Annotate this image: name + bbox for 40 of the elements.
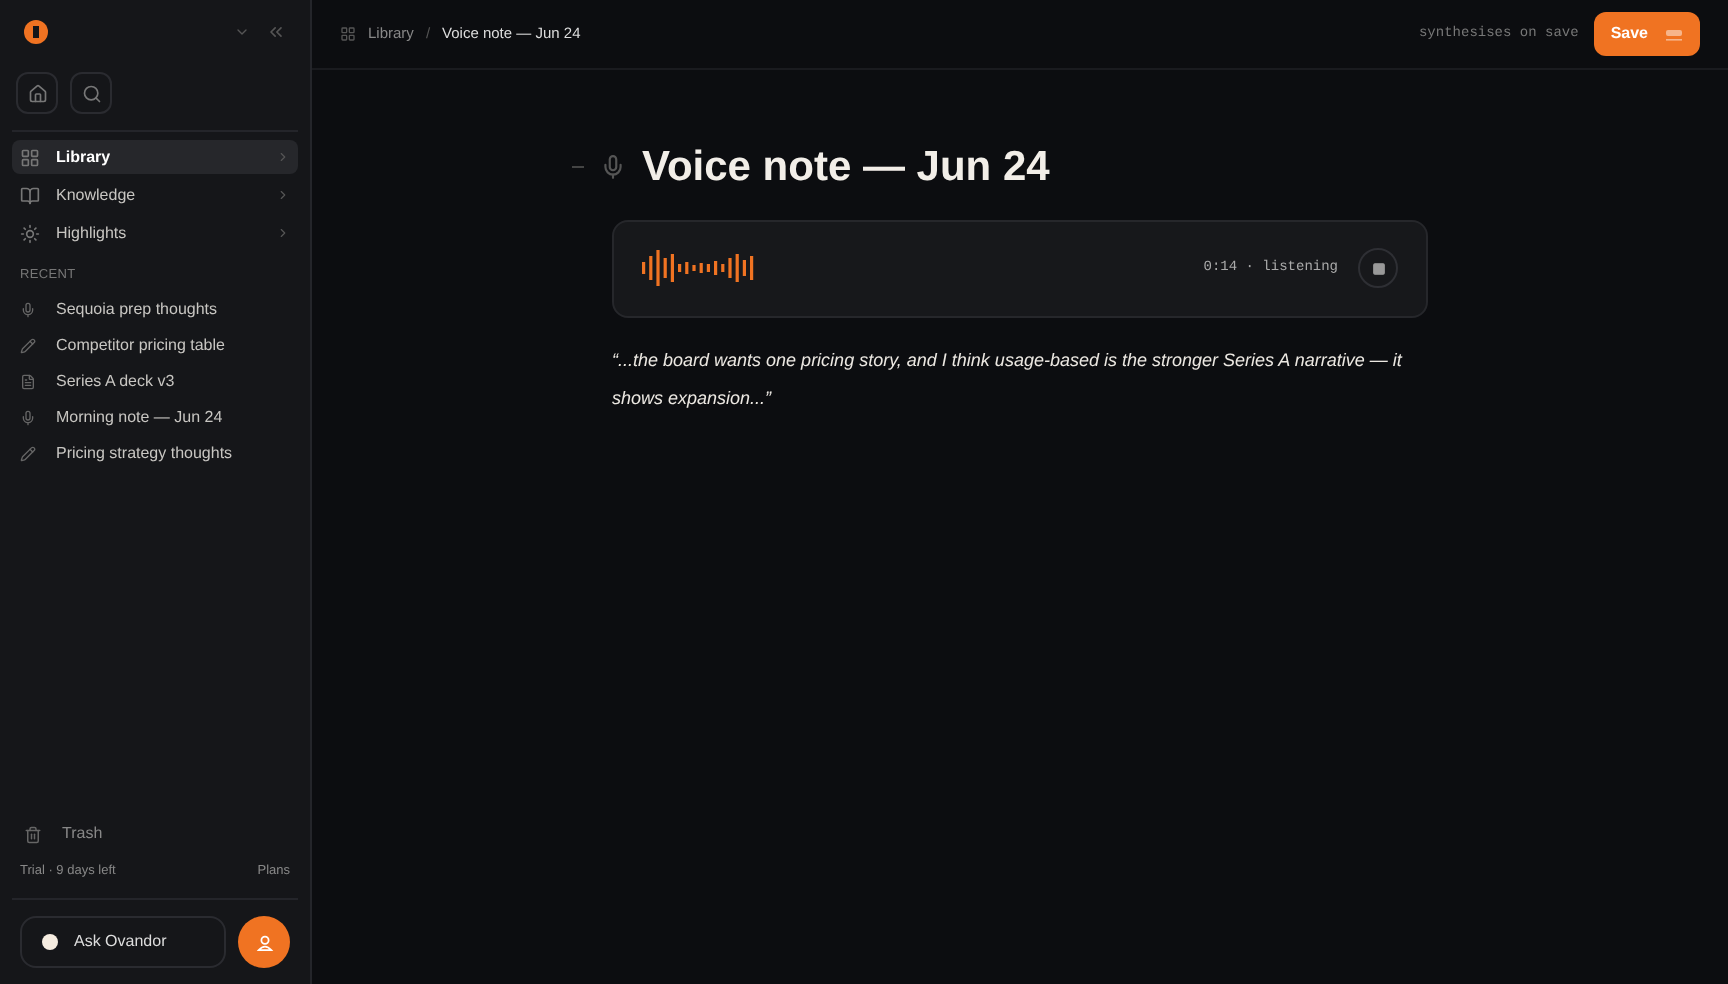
pencil-icon — [20, 445, 36, 462]
person-icon — [255, 933, 273, 951]
home-button[interactable] — [16, 72, 58, 114]
trash-link[interactable]: Trash — [62, 822, 103, 847]
nav-item[interactable]: Library — [12, 140, 298, 174]
search-icon — [81, 83, 101, 103]
waveform-drawing — [642, 248, 758, 288]
recent-item[interactable]: Sequoia prep thoughts — [56, 297, 218, 322]
microphone-icon — [20, 409, 36, 426]
chevron-right-icon — [276, 150, 290, 164]
chevron-right-icon — [276, 226, 290, 240]
recent-item[interactable]: Pricing strategy thoughts — [56, 441, 233, 466]
drag-handle[interactable] — [572, 166, 584, 169]
sun-icon — [20, 223, 40, 243]
stop-button[interactable] — [1358, 248, 1398, 288]
pencil-icon — [20, 337, 36, 354]
grid-icon — [340, 26, 356, 42]
logo-icon — [24, 20, 48, 44]
profile-button[interactable] — [238, 916, 290, 968]
grid-icon — [20, 147, 40, 167]
search-button[interactable] — [70, 72, 112, 114]
home-icon — [27, 83, 47, 103]
microphone-icon — [20, 301, 36, 318]
chevron-right-icon — [276, 188, 290, 202]
recent-item[interactable]: Morning note — Jun 24 — [56, 405, 223, 430]
stop-icon — [1371, 261, 1385, 275]
transcript-text: “...the board wants one pricing story, and I think usage-based is the stronger Series A narrative — it shows expansion...” — [612, 347, 1405, 412]
chevron-down-icon[interactable] — [234, 24, 250, 40]
document-icon — [20, 373, 36, 390]
recent-item[interactable]: Series A deck v3 — [56, 369, 175, 394]
nav-item[interactable]: Knowledge — [12, 178, 298, 212]
note-title: Voice note — Jun 24 — [642, 142, 1050, 194]
microphone-icon — [600, 154, 626, 181]
collapse-icon[interactable] — [266, 22, 286, 42]
trash-icon — [24, 825, 42, 844]
ask-button[interactable]: Ask Ovandor — [20, 916, 226, 968]
shortcut-icon — [1664, 27, 1684, 41]
book-icon — [20, 185, 40, 205]
recent-item[interactable]: Competitor pricing table — [56, 333, 225, 358]
nav-item[interactable]: Highlights — [12, 216, 298, 250]
